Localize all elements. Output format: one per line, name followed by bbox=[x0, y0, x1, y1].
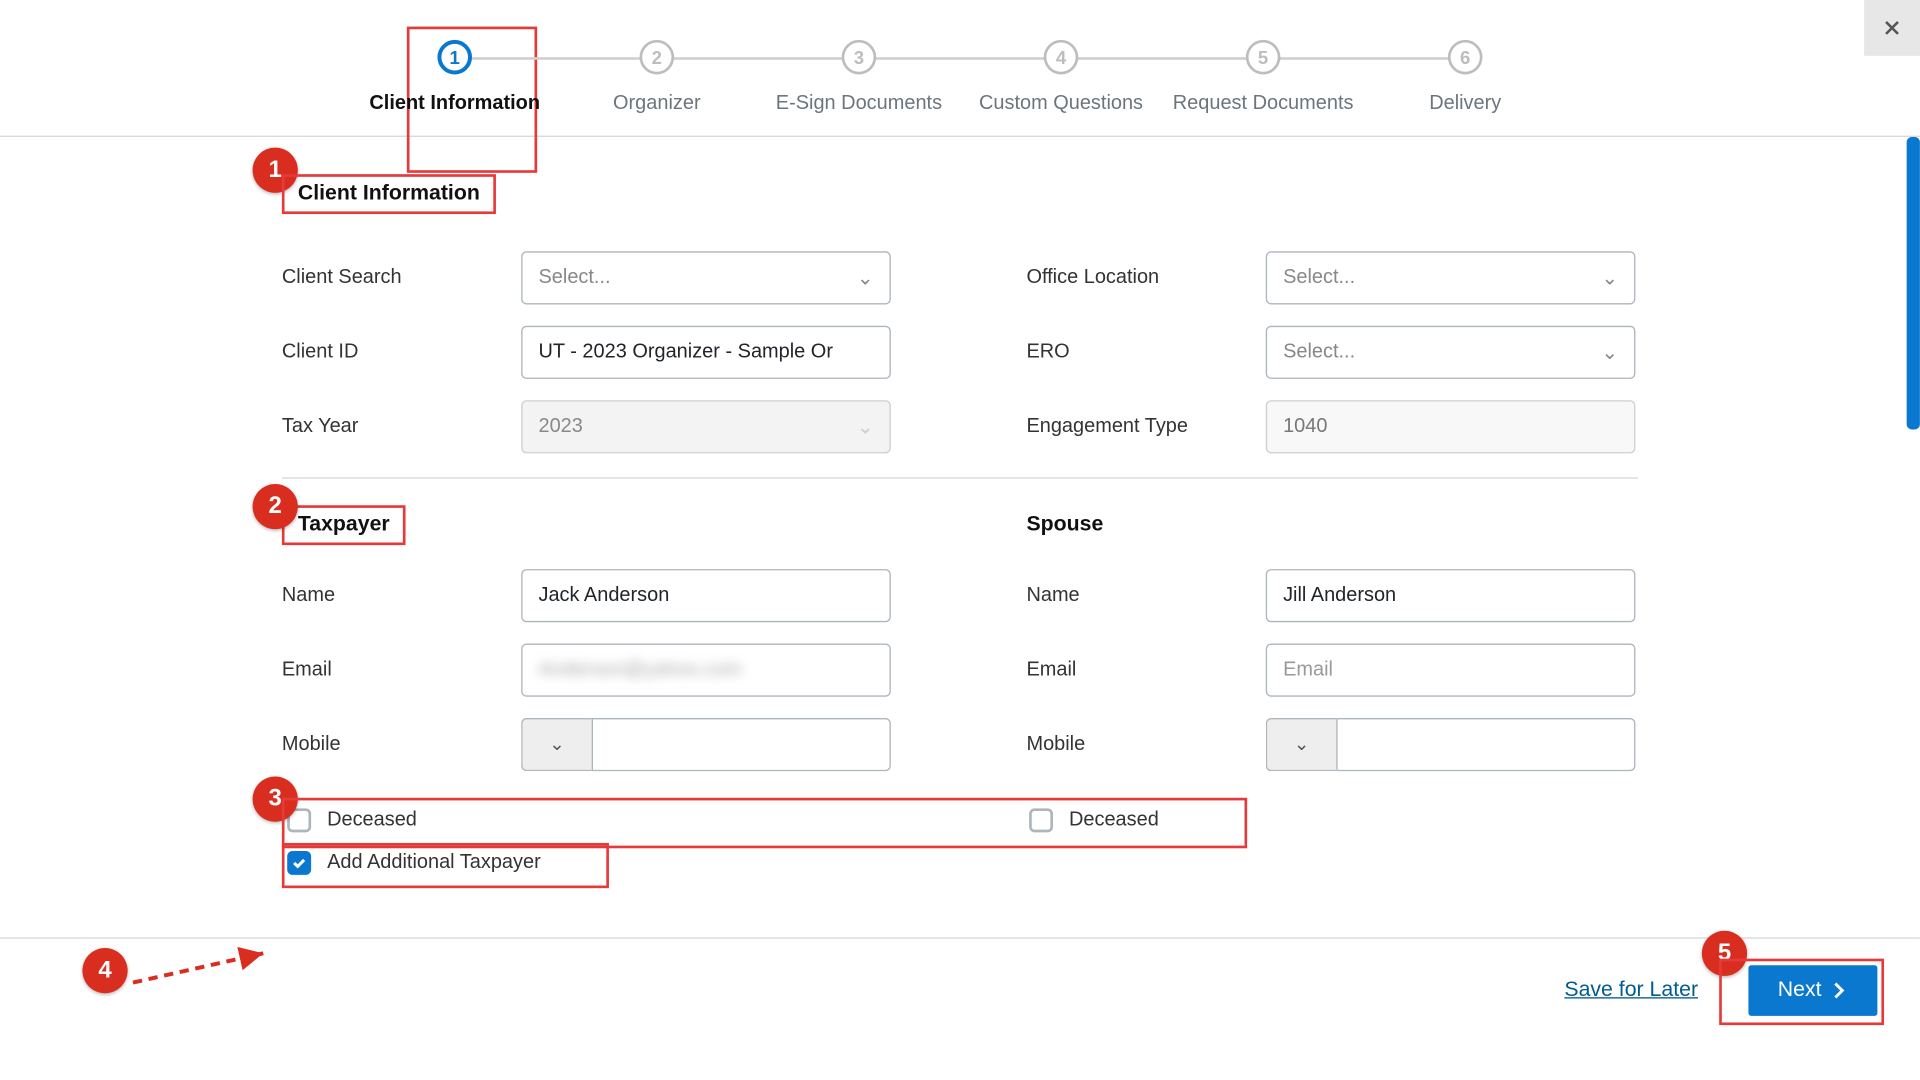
check-icon bbox=[291, 854, 307, 870]
tax-year-select: 2023 ⌄ bbox=[521, 400, 891, 453]
add-additional-taxpayer-checkbox[interactable] bbox=[287, 850, 311, 874]
select-placeholder: Select... bbox=[538, 266, 610, 289]
client-id-label: Client ID bbox=[282, 340, 521, 363]
taxpayer-mobile-input[interactable] bbox=[592, 717, 891, 770]
select-value: 2023 bbox=[538, 415, 582, 438]
spouse-name-input[interactable] bbox=[1266, 568, 1636, 621]
office-location-label: Office Location bbox=[1026, 266, 1265, 289]
chevron-right-icon bbox=[1830, 981, 1849, 1000]
step-label: E-Sign Documents bbox=[776, 90, 942, 116]
taxpayer-email-label: Email bbox=[282, 658, 521, 681]
spouse-deceased-label: Deceased bbox=[1069, 808, 1159, 831]
select-placeholder: Select... bbox=[1283, 340, 1355, 363]
chevron-down-icon: ⌄ bbox=[857, 414, 874, 438]
step-delivery[interactable]: 6 Delivery bbox=[1364, 40, 1566, 116]
taxpayer-name-label: Name bbox=[282, 584, 521, 607]
chevron-down-icon: ⌄ bbox=[1294, 733, 1310, 756]
step-request-documents[interactable]: 5 Request Documents bbox=[1162, 40, 1364, 116]
spouse-mobile-label: Mobile bbox=[1026, 733, 1265, 756]
spouse-mobile-countrycode[interactable]: ⌄ bbox=[1266, 717, 1336, 770]
step-label: Custom Questions bbox=[979, 90, 1143, 116]
next-button-label: Next bbox=[1778, 978, 1822, 1002]
ero-label: ERO bbox=[1026, 340, 1265, 363]
step-custom-questions[interactable]: 4 Custom Questions bbox=[960, 40, 1162, 116]
spouse-name-label: Name bbox=[1026, 584, 1265, 607]
step-number: 3 bbox=[842, 40, 877, 75]
step-number: 1 bbox=[437, 40, 472, 75]
step-number: 4 bbox=[1044, 40, 1079, 75]
next-button[interactable]: Next bbox=[1749, 965, 1878, 1016]
section-title-spouse: Spouse bbox=[1026, 513, 1103, 537]
taxpayer-deceased-label: Deceased bbox=[327, 808, 417, 831]
chevron-down-icon: ⌄ bbox=[1601, 340, 1618, 364]
step-number: 2 bbox=[640, 40, 675, 75]
spouse-email-input[interactable] bbox=[1266, 643, 1636, 696]
client-search-select[interactable]: Select... ⌄ bbox=[521, 251, 891, 304]
taxpayer-mobile-countrycode[interactable]: ⌄ bbox=[521, 717, 591, 770]
step-number: 6 bbox=[1448, 40, 1483, 75]
taxpayer-deceased-checkbox[interactable] bbox=[287, 808, 311, 832]
step-organizer[interactable]: 2 Organizer bbox=[556, 40, 758, 116]
chevron-down-icon: ⌄ bbox=[549, 733, 565, 756]
spouse-deceased-checkbox[interactable] bbox=[1029, 808, 1053, 832]
scrollbar[interactable] bbox=[1907, 136, 1920, 429]
stepper: 1 Client Information 2 Organizer 3 E-Sig… bbox=[0, 0, 1920, 135]
obscured-email: Anderson@yahoo.com bbox=[538, 658, 741, 681]
taxpayer-mobile-label: Mobile bbox=[282, 733, 521, 756]
save-for-later-link[interactable]: Save for Later bbox=[1564, 978, 1698, 1002]
office-location-select[interactable]: Select... ⌄ bbox=[1266, 251, 1636, 304]
engagement-type-input bbox=[1266, 400, 1636, 453]
client-search-label: Client Search bbox=[282, 266, 521, 289]
main-content: 1 Client Information Client Search Selec… bbox=[0, 136, 1920, 936]
step-label: Delivery bbox=[1429, 90, 1501, 116]
spouse-mobile-input[interactable] bbox=[1336, 717, 1635, 770]
section-title-client-info: Client Information bbox=[298, 181, 480, 204]
select-placeholder: Select... bbox=[1283, 266, 1355, 289]
step-client-information[interactable]: 1 Client Information bbox=[354, 40, 556, 116]
footer: 5 Save for Later Next bbox=[0, 938, 1920, 1042]
taxpayer-name-input[interactable] bbox=[521, 568, 891, 621]
step-esign[interactable]: 3 E-Sign Documents bbox=[758, 40, 960, 116]
tax-year-label: Tax Year bbox=[282, 415, 521, 438]
section-divider bbox=[282, 477, 1638, 478]
chevron-down-icon: ⌄ bbox=[1601, 265, 1618, 289]
client-id-input[interactable] bbox=[521, 325, 891, 378]
step-label: Request Documents bbox=[1173, 90, 1354, 116]
section-title-taxpayer: Taxpayer bbox=[298, 513, 390, 536]
taxpayer-email-input[interactable]: Anderson@yahoo.com bbox=[521, 643, 891, 696]
add-additional-taxpayer-label: Add Additional Taxpayer bbox=[327, 851, 541, 874]
step-label: Organizer bbox=[613, 90, 701, 116]
step-label: Client Information bbox=[369, 90, 540, 116]
engagement-type-label: Engagement Type bbox=[1026, 415, 1265, 438]
spouse-email-label: Email bbox=[1026, 658, 1265, 681]
ero-select[interactable]: Select... ⌄ bbox=[1266, 325, 1636, 378]
step-number: 5 bbox=[1246, 40, 1281, 75]
chevron-down-icon: ⌄ bbox=[857, 265, 874, 289]
